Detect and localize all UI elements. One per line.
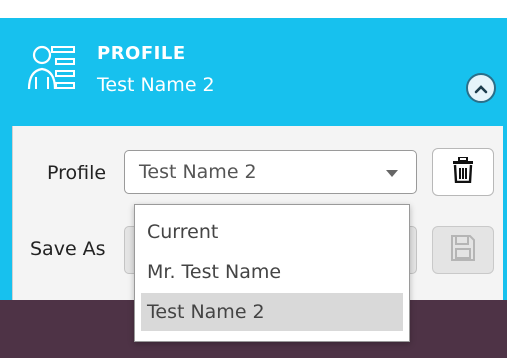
save-as-label: Save As [30, 238, 106, 260]
dropdown-option-mr-test-name[interactable]: Mr. Test Name [141, 253, 403, 291]
left-accent-strip [0, 126, 12, 300]
user-list-icon [26, 41, 78, 93]
dropdown-option-current[interactable]: Current [141, 213, 403, 251]
collapse-button[interactable] [466, 73, 496, 103]
footer-right-edge [502, 300, 507, 358]
floppy-disk-icon [451, 235, 475, 265]
profile-header[interactable]: PROFILE Test Name 2 [0, 18, 507, 126]
save-profile-button[interactable] [432, 226, 494, 274]
dropdown-arrow-icon [386, 170, 398, 177]
profile-panel-window: PROFILE Test Name 2 Profile Test Name 2 [0, 0, 507, 358]
profile-dropdown-list: Current Mr. Test Name Test Name 2 [134, 204, 410, 342]
dropdown-option-test-name-2[interactable]: Test Name 2 [141, 293, 403, 331]
header-title: PROFILE [97, 43, 186, 64]
header-subtitle: Test Name 2 [97, 74, 215, 96]
profile-select-value: Test Name 2 [139, 161, 257, 183]
delete-profile-button[interactable] [432, 148, 494, 196]
chevron-up-icon [474, 79, 488, 98]
footer-left-edge [0, 300, 12, 358]
profile-select[interactable]: Test Name 2 [124, 150, 417, 194]
profile-label: Profile [47, 162, 107, 184]
trash-icon [452, 156, 474, 187]
